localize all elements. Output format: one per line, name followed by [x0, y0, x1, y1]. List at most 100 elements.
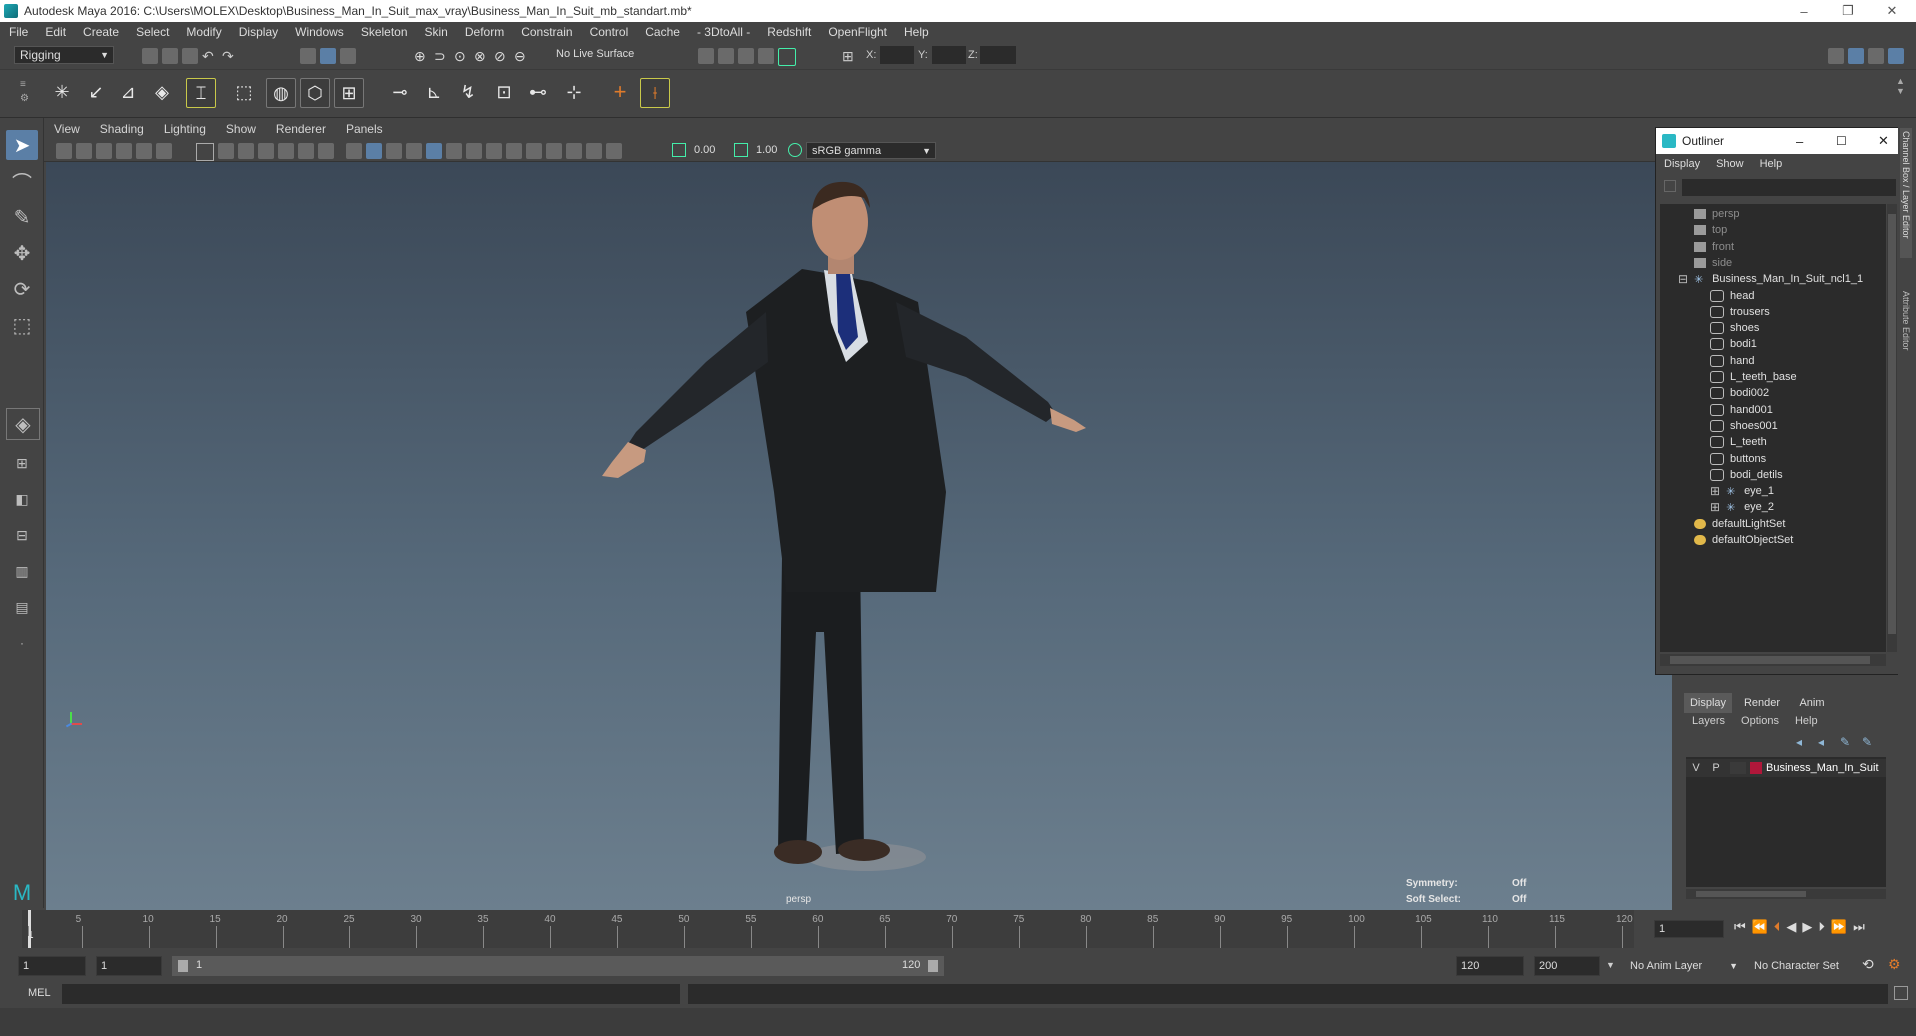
wrap-deformer-icon[interactable]: ⊞ [334, 78, 364, 108]
shelf-scroll-icon[interactable]: ▲ ▼ [1896, 76, 1905, 96]
menu-redshift[interactable]: Redshift [758, 25, 819, 39]
wireframe-icon[interactable] [346, 143, 362, 159]
hypershade-layout-icon[interactable]: ▥ [6, 556, 38, 586]
time-slider[interactable]: 1 51015202530354045505560657075808590951… [22, 910, 1634, 948]
depth-of-field-icon[interactable] [526, 143, 542, 159]
scroll-thumb[interactable] [1670, 656, 1870, 664]
film-gate-icon[interactable] [218, 143, 234, 159]
scroll-thumb[interactable] [1888, 214, 1896, 634]
outliner-menu-help[interactable]: Help [1752, 158, 1791, 170]
custom-layout-icon[interactable]: ▤ [6, 592, 38, 622]
panel-menu-panels[interactable]: Panels [336, 122, 393, 136]
select-camera-icon[interactable] [56, 143, 72, 159]
layer-visibility-toggle[interactable]: V [1686, 762, 1706, 774]
y-field[interactable] [932, 46, 966, 64]
select-component-icon[interactable] [340, 48, 356, 64]
use-all-lights-icon[interactable] [426, 143, 442, 159]
bookmarks-icon[interactable] [96, 143, 112, 159]
gamma-icon[interactable] [734, 143, 748, 157]
tool-settings-toggle-icon[interactable] [1868, 48, 1884, 64]
snap-view-icon[interactable]: ⊗ [474, 48, 490, 64]
range-end-handle[interactable] [928, 960, 938, 972]
expand-icon[interactable]: ⊞ [1710, 484, 1720, 498]
default-lighting-icon[interactable] [386, 143, 402, 159]
menu-select[interactable]: Select [127, 25, 177, 39]
snap-curve-icon[interactable]: ⊃ [434, 48, 450, 64]
multisample-icon[interactable] [506, 143, 522, 159]
paint-select-icon[interactable]: ✎ [6, 202, 38, 232]
step-back-frame-icon[interactable]: ⏴ [1774, 919, 1781, 935]
safe-title-icon[interactable] [318, 143, 334, 159]
persp-outliner-layout-icon[interactable]: ◧ [6, 484, 38, 514]
render-settings-icon[interactable] [698, 48, 714, 64]
color-management-icon[interactable] [788, 143, 802, 157]
layer-color-swatch[interactable] [1750, 762, 1762, 774]
shelf-menu-icon[interactable]: ≡ ⚙ [20, 78, 30, 108]
maximize-button[interactable]: ❐ [1826, 0, 1870, 22]
outliner-close-button[interactable]: ✕ [1878, 133, 1889, 149]
new-scene-icon[interactable] [142, 48, 158, 64]
select-object-icon[interactable] [320, 48, 336, 64]
textured-icon[interactable] [406, 143, 422, 159]
grid-icon[interactable] [196, 143, 214, 161]
mirror-joint-icon[interactable]: ◈ [148, 78, 176, 106]
menu-edit[interactable]: Edit [36, 25, 74, 39]
image-plane-icon[interactable] [116, 143, 132, 159]
menu-set-dropdown[interactable]: Rigging ▼ [14, 46, 114, 64]
anim-layer-dropdown[interactable]: No Anim Layer ▼ [1626, 956, 1742, 976]
cluster-icon[interactable]: ⬡ [300, 78, 330, 108]
layer-horizontal-scrollbar[interactable] [1686, 889, 1886, 899]
command-input[interactable] [62, 984, 680, 1004]
redo-icon[interactable]: ↷ [222, 48, 238, 64]
menu-openflight[interactable]: OpenFlight [819, 25, 895, 39]
exposure-icon[interactable] [672, 143, 686, 157]
move-layer-up-icon[interactable]: ◂ [1796, 735, 1818, 749]
outliner-item[interactable]: ⊟ ✳ Business_Man_In_Suit_ncl1_1 [1678, 269, 1863, 289]
animation-end-field[interactable]: 200 [1534, 956, 1600, 976]
outliner-menu-show[interactable]: Show [1708, 158, 1752, 170]
layer-name[interactable]: Business_Man_In_Suit [1766, 762, 1879, 774]
ik-spline-icon[interactable]: ⊿ [114, 78, 142, 106]
gate-mask-icon[interactable] [258, 143, 274, 159]
menu-file[interactable]: File [0, 25, 36, 39]
scale-tool-icon[interactable]: ⬚ [6, 310, 38, 340]
panel-menu-shading[interactable]: Shading [90, 122, 154, 136]
view-transform-dropdown[interactable]: sRGB gamma ▼ [806, 142, 936, 159]
panel-menu-renderer[interactable]: Renderer [266, 122, 336, 136]
undo-icon[interactable]: ↶ [202, 48, 218, 64]
minimize-button[interactable]: – [1782, 0, 1826, 22]
resolution-gate-icon[interactable] [238, 143, 254, 159]
lasso-tool-icon[interactable]: ⌒ [6, 166, 38, 196]
bind-skin-icon[interactable]: ⌶ [186, 78, 216, 108]
snap-point-icon[interactable]: ⊙ [454, 48, 470, 64]
collapse-icon[interactable]: ⊟ [1678, 272, 1688, 286]
go-to-end-icon[interactable]: ⏭ [1853, 919, 1865, 935]
menu-skeleton[interactable]: Skeleton [352, 25, 416, 39]
select-tool-icon[interactable]: ➤ [6, 130, 38, 160]
menu-windows[interactable]: Windows [286, 25, 352, 39]
set-driven-key-icon[interactable]: ⟊ [640, 78, 670, 108]
exposure-value[interactable]: 0.00 [694, 144, 715, 156]
close-button[interactable]: ✕ [1870, 0, 1914, 22]
outliner-horizontal-scrollbar[interactable] [1660, 654, 1886, 666]
scroll-thumb[interactable] [1696, 891, 1806, 897]
current-frame-field[interactable]: 1 [1654, 920, 1724, 938]
menu-display[interactable]: Display [230, 25, 286, 39]
move-tool-icon[interactable]: ✥ [6, 238, 38, 268]
hypershade-icon[interactable] [778, 48, 796, 66]
snap-grid-icon[interactable]: ⊕ [414, 48, 430, 64]
perspective-viewport[interactable]: persp Symmetry: Off Soft Select: Off [46, 162, 1672, 910]
single-perspective-layout-icon[interactable]: ◈ [6, 408, 40, 440]
transform-mode-icon[interactable]: ⊞ [842, 48, 854, 65]
outliner-maximize-button[interactable]: ☐ [1836, 134, 1847, 148]
pole-vector-icon[interactable]: ⊹ [560, 78, 588, 106]
grease-pencil-icon[interactable] [156, 143, 172, 159]
outliner-item[interactable]: defaultObjectSet [1694, 530, 1793, 550]
animation-preferences-icon[interactable]: ⚙ [1888, 956, 1901, 973]
menu-options[interactable]: Options [1733, 715, 1787, 727]
panel-menu-lighting[interactable]: Lighting [154, 122, 216, 136]
animation-start-field[interactable]: 1 [18, 956, 86, 976]
ik-handle-icon[interactable]: ↙ [82, 78, 110, 106]
render-view-icon[interactable] [758, 48, 774, 64]
outliner-vertical-scrollbar[interactable] [1887, 204, 1897, 652]
